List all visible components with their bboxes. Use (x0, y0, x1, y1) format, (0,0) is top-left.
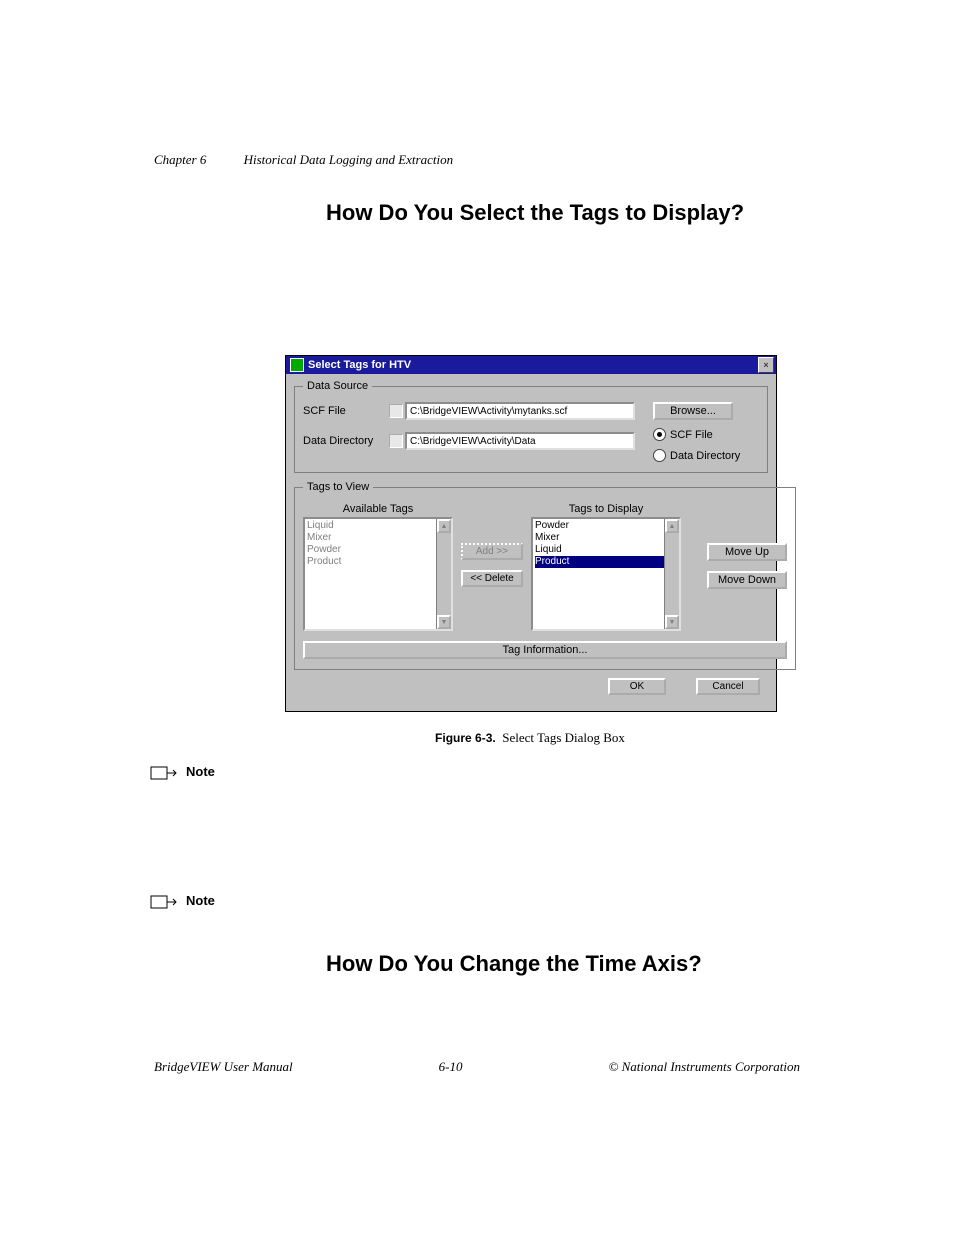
figure-label: Figure 6-3. (435, 731, 496, 745)
delete-button[interactable]: << Delete (461, 570, 523, 587)
list-item[interactable]: Liquid (535, 544, 677, 556)
footer-page-number: 6-10 (439, 1059, 463, 1075)
dialog-title: Select Tags for HTV (308, 359, 411, 371)
scroll-up-icon[interactable]: ▲ (665, 519, 679, 533)
chapter-title: Historical Data Logging and Extraction (244, 152, 453, 167)
app-icon (290, 358, 304, 372)
note-label: Note (186, 764, 215, 779)
available-tags-list[interactable]: Liquid Mixer Powder Product ▲ ▼ (303, 517, 453, 631)
scf-file-input[interactable] (405, 402, 635, 420)
page-footer: BridgeVIEW User Manual 6-10 © National I… (154, 1059, 800, 1075)
list-item[interactable]: Liquid (307, 520, 449, 532)
radio-scf-file[interactable]: SCF File (653, 428, 713, 441)
path-icon[interactable] (389, 434, 403, 448)
scroll-down-icon[interactable]: ▼ (665, 615, 679, 629)
footer-manual-title: BridgeVIEW User Manual (154, 1059, 293, 1075)
available-tags-header: Available Tags (343, 503, 414, 515)
note-icon (150, 893, 178, 911)
tags-to-display-header: Tags to Display (569, 503, 644, 515)
radio-dir-label: Data Directory (670, 450, 740, 462)
data-source-group: Data Source SCF File Data Directory (294, 380, 768, 473)
body-placeholder-1: .... (325, 250, 804, 337)
radio-icon (653, 449, 666, 462)
note-text: ... (221, 764, 225, 829)
scroll-up-icon[interactable]: ▲ (437, 519, 451, 533)
tags-to-display-list[interactable]: Powder Mixer Liquid Product ▲ ▼ (531, 517, 681, 631)
figure-caption-text: Select Tags Dialog Box (502, 730, 625, 745)
note-block: Note ... (150, 764, 804, 829)
heading-time-axis: How Do You Change the Time Axis? (326, 951, 804, 977)
data-source-legend: Data Source (303, 380, 372, 392)
tags-to-view-group: Tags to View Available Tags Liquid Mixer… (294, 481, 796, 670)
note-icon (150, 764, 178, 782)
breadcrumb: Chapter 6 Historical Data Logging and Ex… (154, 152, 453, 168)
close-icon[interactable]: × (758, 357, 774, 373)
tags-to-view-legend: Tags to View (303, 481, 373, 493)
note-text: . (221, 893, 225, 915)
data-directory-input[interactable] (405, 432, 635, 450)
list-item[interactable]: Powder (307, 544, 449, 556)
radio-scf-label: SCF File (670, 429, 713, 441)
data-directory-label: Data Directory (303, 435, 389, 447)
radio-data-directory[interactable]: Data Directory (653, 449, 740, 462)
cancel-button[interactable]: Cancel (696, 678, 760, 695)
browse-button[interactable]: Browse... (653, 402, 733, 420)
list-item[interactable]: Product (535, 556, 677, 568)
scroll-down-icon[interactable]: ▼ (437, 615, 451, 629)
list-item[interactable]: Product (307, 556, 449, 568)
dialog-titlebar[interactable]: Select Tags for HTV × (286, 356, 776, 374)
list-item[interactable]: Powder (535, 520, 677, 532)
heading-select-tags: How Do You Select the Tags to Display? (326, 200, 804, 226)
chapter-number: Chapter 6 (154, 152, 206, 167)
scf-file-label: SCF File (303, 405, 389, 417)
footer-copyright: © National Instruments Corporation (608, 1059, 800, 1075)
list-item[interactable]: Mixer (307, 532, 449, 544)
scrollbar[interactable]: ▲ ▼ (436, 519, 451, 629)
add-button[interactable]: Add >> (461, 543, 523, 560)
figure-caption: Figure 6-3. Select Tags Dialog Box (285, 730, 775, 746)
path-icon[interactable] (389, 404, 403, 418)
note-label: Note (186, 893, 215, 908)
select-tags-dialog: Select Tags for HTV × Data Source SCF Fi… (285, 355, 777, 712)
radio-icon (653, 428, 666, 441)
ok-button[interactable]: OK (608, 678, 666, 695)
tag-information-button[interactable]: Tag Information... (303, 641, 787, 659)
move-down-button[interactable]: Move Down (707, 571, 787, 589)
scrollbar[interactable]: ▲ ▼ (664, 519, 679, 629)
move-up-button[interactable]: Move Up (707, 543, 787, 561)
list-item[interactable]: Mixer (535, 532, 677, 544)
note-block: Note . (150, 893, 804, 915)
